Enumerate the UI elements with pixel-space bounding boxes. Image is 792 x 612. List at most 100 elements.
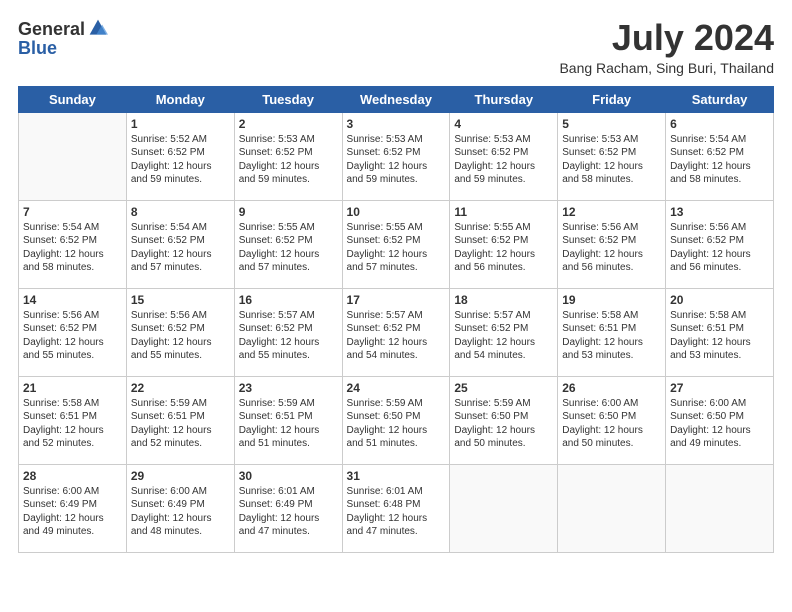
calendar-day-header: Tuesday [234,86,342,112]
cell-content: Sunrise: 5:57 AM Sunset: 6:52 PM Dayligh… [454,309,553,363]
title-section: July 2024 Bang Racham, Sing Buri, Thaila… [559,18,774,76]
page: General Blue July 2024 Bang Racham, Sing… [0,0,792,612]
cell-content: Sunrise: 5:59 AM Sunset: 6:50 PM Dayligh… [454,397,553,451]
day-number: 1 [131,117,230,131]
calendar-week-row: 21 Sunrise: 5:58 AM Sunset: 6:51 PM Dayli… [19,376,774,464]
day-number: 2 [239,117,338,131]
calendar-day-header: Wednesday [342,86,450,112]
day-number: 4 [454,117,553,131]
cell-content: Sunrise: 5:54 AM Sunset: 6:52 PM Dayligh… [131,221,230,275]
cell-content: Sunrise: 5:52 AM Sunset: 6:52 PM Dayligh… [131,133,230,187]
cell-content: Sunrise: 6:01 AM Sunset: 6:48 PM Dayligh… [347,485,446,539]
day-number: 28 [23,469,122,483]
calendar-cell: 14Sunrise: 5:56 AM Sunset: 6:52 PM Dayli… [19,288,127,376]
cell-content: Sunrise: 5:54 AM Sunset: 6:52 PM Dayligh… [23,221,122,275]
cell-content: Sunrise: 5:54 AM Sunset: 6:52 PM Dayligh… [670,133,769,187]
day-number: 14 [23,293,122,307]
calendar-cell: 13 Sunrise: 5:56 AM Sunset: 6:52 PM Dayli… [666,200,774,288]
cell-content: Sunrise: 5:59 AM Sunset: 6:50 PM Dayligh… [347,397,446,451]
day-number: 23 [239,381,338,395]
day-number: 24 [347,381,446,395]
cell-content: Sunrise: 5:53 AM Sunset: 6:52 PM Dayligh… [454,133,553,187]
calendar-cell: 3 Sunrise: 5:53 AM Sunset: 6:52 PM Daylig… [342,112,450,200]
calendar-cell: 11 Sunrise: 5:55 AM Sunset: 6:52 PM Dayli… [450,200,558,288]
cell-content: Sunrise: 5:57 AM Sunset: 6:52 PM Dayligh… [347,309,446,363]
calendar-header-row: SundayMondayTuesdayWednesdayThursdayFrid… [19,86,774,112]
calendar-cell: 6 Sunrise: 5:54 AM Sunset: 6:52 PM Daylig… [666,112,774,200]
cell-content: Sunrise: 5:55 AM Sunset: 6:52 PM Dayligh… [347,221,446,275]
day-number: 21 [23,381,122,395]
calendar-cell: 31 Sunrise: 6:01 AM Sunset: 6:48 PM Dayli… [342,464,450,552]
main-title: July 2024 [559,18,774,58]
day-number: 5 [562,117,661,131]
calendar-cell: 19 Sunrise: 5:58 AM Sunset: 6:51 PM Dayli… [558,288,666,376]
calendar-day-header: Thursday [450,86,558,112]
cell-content: Sunrise: 5:57 AM Sunset: 6:52 PM Dayligh… [239,309,338,363]
calendar-cell [450,464,558,552]
calendar-week-row: 14 Sunrise: 5:56 AM Sunset: 6:52 PM Dayli… [19,288,774,376]
calendar-cell: 29 Sunrise: 6:00 AM Sunset: 6:49 PM Dayli… [126,464,234,552]
calendar-cell: 7 Sunrise: 5:54 AM Sunset: 6:52 PM Daylig… [19,200,127,288]
cell-content: Sunrise: 5:58 AM Sunset: 6:51 PM Dayligh… [562,309,661,363]
calendar-cell [19,112,127,200]
calendar-cell: 2Sunrise: 5:53 AM Sunset: 6:52 PM Daylig… [234,112,342,200]
subtitle: Bang Racham, Sing Buri, Thailand [559,60,774,76]
cell-content: Sunrise: 5:58 AM Sunset: 6:51 PM Dayligh… [23,397,122,451]
cell-content: Sunrise: 5:59 AM Sunset: 6:51 PM Dayligh… [239,397,338,451]
day-number: 11 [454,205,553,219]
cell-content: Sunrise: 5:55 AM Sunset: 6:52 PM Dayligh… [239,221,338,275]
header: General Blue July 2024 Bang Racham, Sing… [18,18,774,76]
day-number: 3 [347,117,446,131]
logo-blue: Blue [18,38,57,58]
cell-content: Sunrise: 6:00 AM Sunset: 6:49 PM Dayligh… [23,485,122,539]
cell-content: Sunrise: 6:00 AM Sunset: 6:49 PM Dayligh… [131,485,230,539]
calendar-cell: 16Sunrise: 5:57 AM Sunset: 6:52 PM Dayli… [234,288,342,376]
calendar-cell: 24 Sunrise: 5:59 AM Sunset: 6:50 PM Dayli… [342,376,450,464]
cell-content: Sunrise: 5:53 AM Sunset: 6:52 PM Dayligh… [562,133,661,187]
calendar-day-header: Friday [558,86,666,112]
calendar-cell: 9 Sunrise: 5:55 AM Sunset: 6:52 PM Daylig… [234,200,342,288]
calendar-cell: 1 Sunrise: 5:52 AM Sunset: 6:52 PM Daylig… [126,112,234,200]
calendar-cell: 8Sunrise: 5:54 AM Sunset: 6:52 PM Daylig… [126,200,234,288]
calendar-week-row: 28 Sunrise: 6:00 AM Sunset: 6:49 PM Dayli… [19,464,774,552]
day-number: 18 [454,293,553,307]
calendar-cell: 15 Sunrise: 5:56 AM Sunset: 6:52 PM Dayli… [126,288,234,376]
calendar-cell [558,464,666,552]
cell-content: Sunrise: 6:00 AM Sunset: 6:50 PM Dayligh… [562,397,661,451]
calendar-day-header: Monday [126,86,234,112]
calendar-cell: 25 Sunrise: 5:59 AM Sunset: 6:50 PM Dayli… [450,376,558,464]
day-number: 19 [562,293,661,307]
calendar-cell: 17 Sunrise: 5:57 AM Sunset: 6:52 PM Dayli… [342,288,450,376]
cell-content: Sunrise: 5:56 AM Sunset: 6:52 PM Dayligh… [562,221,661,275]
day-number: 6 [670,117,769,131]
calendar-day-header: Saturday [666,86,774,112]
day-number: 7 [23,205,122,219]
day-number: 15 [131,293,230,307]
day-number: 22 [131,381,230,395]
logo: General Blue [18,18,108,59]
day-number: 9 [239,205,338,219]
cell-content: Sunrise: 5:53 AM Sunset: 6:52 PM Dayligh… [347,133,446,187]
day-number: 17 [347,293,446,307]
day-number: 20 [670,293,769,307]
day-number: 27 [670,381,769,395]
calendar-cell: 20 Sunrise: 5:58 AM Sunset: 6:51 PM Dayli… [666,288,774,376]
calendar-cell: 5 Sunrise: 5:53 AM Sunset: 6:52 PM Daylig… [558,112,666,200]
logo-icon [88,18,108,38]
day-number: 10 [347,205,446,219]
calendar-cell: 23 Sunrise: 5:59 AM Sunset: 6:51 PM Dayli… [234,376,342,464]
cell-content: Sunrise: 5:56 AM Sunset: 6:52 PM Dayligh… [670,221,769,275]
cell-content: Sunrise: 5:58 AM Sunset: 6:51 PM Dayligh… [670,309,769,363]
cell-content: Sunrise: 6:01 AM Sunset: 6:49 PM Dayligh… [239,485,338,539]
day-number: 29 [131,469,230,483]
day-number: 31 [347,469,446,483]
day-number: 13 [670,205,769,219]
day-number: 26 [562,381,661,395]
calendar-cell: 12Sunrise: 5:56 AM Sunset: 6:52 PM Dayli… [558,200,666,288]
cell-content: Sunrise: 5:59 AM Sunset: 6:51 PM Dayligh… [131,397,230,451]
calendar-cell: 28 Sunrise: 6:00 AM Sunset: 6:49 PM Dayli… [19,464,127,552]
cell-content: Sunrise: 5:56 AM Sunset: 6:52 PM Dayligh… [131,309,230,363]
logo-general: General [18,20,85,38]
day-number: 25 [454,381,553,395]
cell-content: Sunrise: 5:55 AM Sunset: 6:52 PM Dayligh… [454,221,553,275]
